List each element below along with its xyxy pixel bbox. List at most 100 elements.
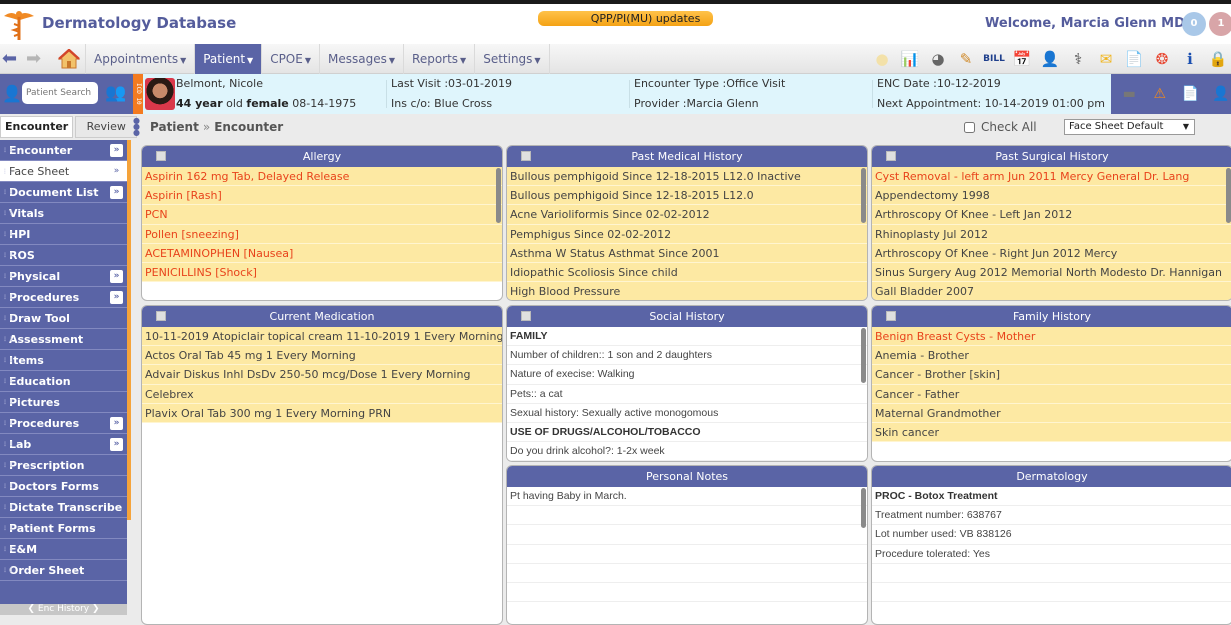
expand-icon[interactable]: » xyxy=(110,144,123,157)
expand-icon[interactable]: » xyxy=(110,291,123,304)
sidebar-item[interactable]: ⋮⋮Order Sheet xyxy=(0,560,127,581)
list-item[interactable]: Aspirin [Rash] xyxy=(142,186,502,205)
sidebar-item[interactable]: ⋮⋮Items xyxy=(0,350,127,371)
sidebar-item[interactable]: ⋮⋮Pictures xyxy=(0,392,127,413)
drag-grip-icon[interactable]: ⋮⋮ xyxy=(2,329,14,350)
arrow-right-icon[interactable]: ➡ xyxy=(26,49,41,69)
qpp-updates-button[interactable]: QPP/PI(MU) updates xyxy=(538,11,713,26)
panel-title[interactable]: Past Surgical History xyxy=(995,150,1108,163)
bar-chart-icon[interactable]: 📊 xyxy=(898,48,922,70)
sidebar-item[interactable]: ⋮⋮Procedures» xyxy=(0,413,127,434)
list-item[interactable] xyxy=(507,506,867,525)
arrow-left-icon[interactable]: ⬅ xyxy=(2,49,17,69)
check-all[interactable]: Check All xyxy=(964,120,1037,134)
list-item[interactable] xyxy=(507,525,867,544)
panel-title[interactable]: Family History xyxy=(1013,310,1091,323)
patient-transfer-icon[interactable]: 👤 xyxy=(1211,84,1231,104)
card-reader-icon[interactable]: ▬ xyxy=(1119,84,1140,104)
menu-reports[interactable]: Reports▼ xyxy=(403,44,474,74)
notification-badge-blue[interactable]: 0 xyxy=(1182,12,1206,36)
sidebar-item[interactable]: ⋮⋮Document List» xyxy=(0,182,127,203)
patient-document-icon[interactable]: 📄 xyxy=(1180,84,1201,104)
sidebar-item[interactable]: ⋮⋮E&M xyxy=(0,539,127,560)
list-item[interactable]: Plavix Oral Tab 300 mg 1 Every Morning P… xyxy=(142,404,502,423)
bill-icon[interactable]: BILL xyxy=(982,48,1006,70)
expand-icon[interactable]: » xyxy=(110,438,123,451)
drag-grip-icon[interactable]: ⋮⋮ xyxy=(2,203,14,224)
list-item[interactable]: Cancer - Brother [skin] xyxy=(872,365,1231,384)
patients-group-icon[interactable]: 👥 xyxy=(105,83,126,103)
check-all-checkbox[interactable] xyxy=(964,122,975,133)
documents-icon[interactable]: 📄 xyxy=(1122,48,1146,70)
list-item[interactable] xyxy=(507,583,867,602)
drag-grip-icon[interactable]: ⋮⋮ xyxy=(2,371,14,392)
sidebar-item[interactable]: ⋮⋮Assessment xyxy=(0,329,127,350)
sidebar-item[interactable]: ⋮⋮Lab» xyxy=(0,434,127,455)
list-item[interactable]: Maternal Grandmother xyxy=(872,404,1231,423)
sidebar-item[interactable]: ⋮⋮Vitals xyxy=(0,203,127,224)
sidebar-item[interactable]: ⋮⋮ROS xyxy=(0,245,127,266)
list-item[interactable]: Asthma W Status Asthmat Since 2001 xyxy=(507,244,867,263)
list-item[interactable]: Appendectomy 1998 xyxy=(872,186,1231,205)
drag-grip-icon[interactable]: ⋮⋮ xyxy=(2,287,14,308)
panel-checkbox[interactable] xyxy=(886,151,896,161)
new-icon[interactable]: ● xyxy=(870,48,894,70)
panel-scrollbar[interactable] xyxy=(861,328,866,383)
list-item[interactable]: Arthroscopy Of Knee - Left Jan 2012 xyxy=(872,205,1231,224)
list-item[interactable]: High Blood Pressure xyxy=(507,282,867,301)
drag-grip-icon[interactable]: ⋮⋮ xyxy=(2,518,14,539)
drag-grip-icon[interactable]: ⋮⋮ xyxy=(2,392,14,413)
list-item[interactable]: Cancer - Father xyxy=(872,385,1231,404)
list-item[interactable]: Anemia - Brother xyxy=(872,346,1231,365)
sidebar-item[interactable]: ⋮⋮Doctors Forms xyxy=(0,476,127,497)
list-item[interactable]: Advair Diskus Inhl DsDv 250-50 mcg/Dose … xyxy=(142,365,502,384)
menu-settings[interactable]: Settings▼ xyxy=(474,44,549,74)
panel-title[interactable]: Dermatology xyxy=(1016,470,1087,483)
drag-grip-icon[interactable]: ⋮⋮ xyxy=(2,539,14,560)
list-item[interactable]: Do you drink alcohol?: 1-2x week xyxy=(507,442,867,461)
breadcrumb-patient[interactable]: Patient xyxy=(150,120,199,134)
expand-icon[interactable]: » xyxy=(110,270,123,283)
face-sheet-select[interactable]: Face Sheet Default▼ xyxy=(1064,119,1195,135)
list-item[interactable]: Procedure tolerated: Yes xyxy=(872,545,1231,564)
drag-grip-icon[interactable]: ⋮⋮ xyxy=(2,497,14,518)
list-item[interactable]: Skin cancer xyxy=(872,423,1231,442)
panel-title[interactable]: Past Medical History xyxy=(631,150,742,163)
panel-title[interactable]: Personal Notes xyxy=(646,470,728,483)
panel-checkbox[interactable] xyxy=(156,151,166,161)
list-item[interactable]: Acne Varioliformis Since 02-02-2012 xyxy=(507,205,867,224)
list-item[interactable]: Pemphigus Since 02-02-2012 xyxy=(507,225,867,244)
panel-title[interactable]: Social History xyxy=(649,310,724,323)
drag-grip-icon[interactable]: ⋮⋮ xyxy=(2,266,14,287)
list-item[interactable]: Lot number used: VB 838126 xyxy=(872,525,1231,544)
list-item[interactable]: ACETAMINOPHEN [Nausea] xyxy=(142,244,502,263)
list-item[interactable] xyxy=(507,564,867,583)
mail-alert-icon[interactable]: ✉ xyxy=(1094,48,1118,70)
panel-scrollbar[interactable] xyxy=(1226,168,1231,223)
lifebuoy-icon[interactable]: ❂ xyxy=(1150,48,1174,70)
list-item[interactable] xyxy=(872,564,1231,583)
expand-icon[interactable]: » xyxy=(110,186,123,199)
expand-icon[interactable]: » xyxy=(110,417,123,430)
panel-checkbox[interactable] xyxy=(521,311,531,321)
list-item[interactable]: Pt having Baby in March. xyxy=(507,487,867,506)
drag-grip-icon[interactable]: ⋮⋮ xyxy=(2,161,14,182)
sidebar-item[interactable]: ⋮⋮Encounter» xyxy=(0,140,127,161)
list-item[interactable]: Idiopathic Scoliosis Since child xyxy=(507,263,867,282)
list-item[interactable]: Cyst Removal - left arm Jun 2011 Mercy G… xyxy=(872,167,1231,186)
sidebar-item[interactable]: ⋮⋮Physical» xyxy=(0,266,127,287)
list-item[interactable]: USE OF DRUGS/ALCOHOL/TOBACCO xyxy=(507,423,867,442)
info-icon[interactable]: ℹ xyxy=(1178,48,1202,70)
panel-checkbox[interactable] xyxy=(886,311,896,321)
home-icon[interactable] xyxy=(58,49,80,69)
drag-grip-icon[interactable]: ⋮⋮ xyxy=(2,476,14,497)
drag-grip-icon[interactable]: ⋮⋮ xyxy=(2,455,14,476)
icd10-toggle[interactable]: ICD 10 xyxy=(133,74,143,114)
list-item[interactable]: Pets:: a cat xyxy=(507,385,867,404)
expand-icon[interactable]: » xyxy=(110,165,123,178)
list-item[interactable]: Gall Bladder 2007 xyxy=(872,282,1231,301)
drag-grip-icon[interactable]: ⋮⋮ xyxy=(2,224,14,245)
panel-title[interactable]: Allergy xyxy=(303,150,341,163)
list-item[interactable]: Bullous pemphigoid Since 12-18-2015 L12.… xyxy=(507,167,867,186)
list-item[interactable]: Bullous pemphigoid Since 12-18-2015 L12.… xyxy=(507,186,867,205)
